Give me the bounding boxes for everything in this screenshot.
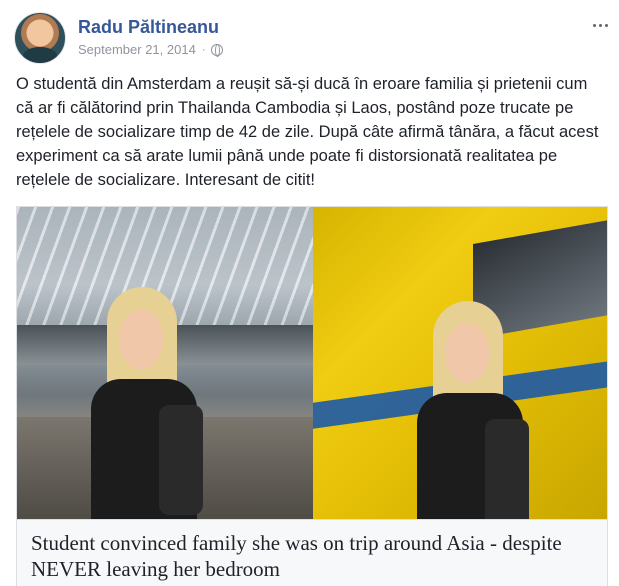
post-text: O studentă din Amsterdam a reușit să-și … [16, 75, 599, 189]
link-preview-card[interactable]: Student convinced family she was on trip… [16, 206, 608, 586]
backpack [159, 405, 203, 515]
backpack [485, 419, 529, 519]
more-horizontal-icon[interactable] [590, 18, 610, 32]
link-preview-image[interactable] [17, 207, 607, 519]
woman-figure-right [409, 301, 529, 519]
more-dot [604, 23, 608, 27]
link-headline[interactable]: Student convinced family she was on trip… [17, 519, 607, 586]
avatar-shirt [23, 47, 57, 63]
author-avatar[interactable] [14, 12, 66, 64]
globe-icon[interactable] [211, 43, 224, 57]
more-dot [598, 23, 602, 27]
post-date[interactable]: September 21, 2014 [78, 42, 196, 57]
photo-yellow-train [313, 207, 607, 519]
photo-train-station [17, 207, 313, 519]
woman-figure-left [83, 287, 203, 519]
face [119, 309, 163, 369]
author-name-link[interactable]: Radu Păltineanu [78, 17, 219, 38]
post-header: Radu Păltineanu September 21, 2014 · [14, 12, 614, 64]
post-meta: September 21, 2014 · [78, 42, 224, 57]
meta-separator: · [201, 43, 206, 56]
more-dot [592, 23, 596, 27]
face [445, 323, 489, 383]
